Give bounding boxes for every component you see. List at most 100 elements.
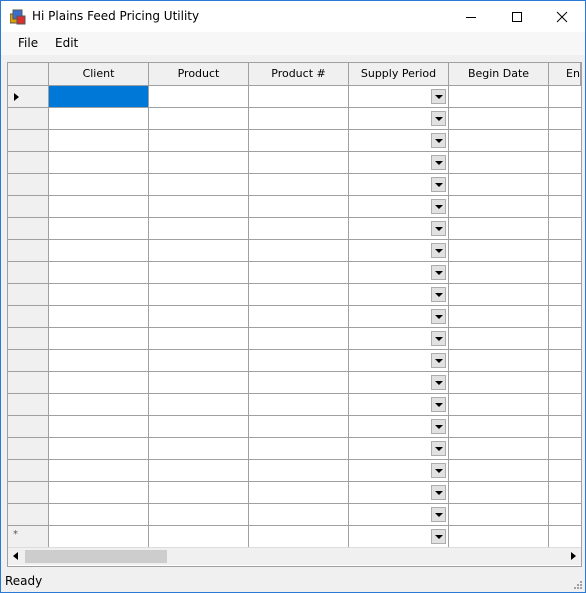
table-row[interactable]: [8, 438, 581, 460]
column-header-end-date[interactable]: End: [549, 63, 581, 85]
cell-client[interactable]: [49, 196, 149, 218]
dropdown-arrow-icon[interactable]: [431, 507, 446, 522]
scroll-left-button[interactable]: [8, 548, 25, 565]
cell-product-number[interactable]: [249, 372, 349, 394]
cell-product[interactable]: [149, 240, 249, 262]
cell-end-date[interactable]: [549, 108, 581, 130]
cell-client[interactable]: [49, 482, 149, 504]
cell-supply-period[interactable]: [349, 218, 449, 240]
cell-supply-period[interactable]: [349, 108, 449, 130]
cell-supply-period[interactable]: [349, 240, 449, 262]
cell-supply-period[interactable]: [349, 86, 449, 108]
cell-product-number[interactable]: [249, 482, 349, 504]
dropdown-arrow-icon[interactable]: [431, 287, 446, 302]
table-row[interactable]: [8, 86, 581, 108]
cell-product[interactable]: [149, 526, 249, 548]
cell-end-date[interactable]: [549, 460, 581, 482]
dropdown-arrow-icon[interactable]: [431, 353, 446, 368]
cell-end-date[interactable]: [549, 152, 581, 174]
cell-supply-period[interactable]: [349, 262, 449, 284]
cell-product-number[interactable]: [249, 394, 349, 416]
cell-client[interactable]: [49, 504, 149, 526]
title-bar[interactable]: Hi Plains Feed Pricing Utility: [1, 1, 585, 32]
cell-product-number[interactable]: [249, 438, 349, 460]
cell-begin-date[interactable]: [449, 174, 549, 196]
cell-end-date[interactable]: [549, 130, 581, 152]
cell-client[interactable]: [49, 86, 149, 108]
cell-end-date[interactable]: [549, 262, 581, 284]
cell-product-number[interactable]: [249, 306, 349, 328]
cell-begin-date[interactable]: [449, 372, 549, 394]
cell-begin-date[interactable]: [449, 460, 549, 482]
cell-supply-period[interactable]: [349, 504, 449, 526]
cell-end-date[interactable]: [549, 526, 581, 548]
cell-end-date[interactable]: [549, 394, 581, 416]
cell-supply-period[interactable]: [349, 438, 449, 460]
close-button[interactable]: [539, 1, 585, 32]
table-row[interactable]: [8, 460, 581, 482]
cell-product[interactable]: [149, 372, 249, 394]
cell-begin-date[interactable]: [449, 152, 549, 174]
cell-begin-date[interactable]: [449, 416, 549, 438]
table-row[interactable]: [8, 196, 581, 218]
row-header[interactable]: [8, 196, 49, 218]
cell-end-date[interactable]: [549, 328, 581, 350]
dropdown-arrow-icon[interactable]: [431, 199, 446, 214]
cell-begin-date[interactable]: [449, 504, 549, 526]
dropdown-arrow-icon[interactable]: [431, 177, 446, 192]
cell-product-number[interactable]: [249, 218, 349, 240]
cell-supply-period[interactable]: [349, 394, 449, 416]
row-header[interactable]: [8, 482, 49, 504]
cell-supply-period[interactable]: [349, 130, 449, 152]
cell-begin-date[interactable]: [449, 350, 549, 372]
cell-begin-date[interactable]: [449, 108, 549, 130]
cell-end-date[interactable]: [549, 240, 581, 262]
cell-end-date[interactable]: [549, 306, 581, 328]
cell-supply-period[interactable]: [349, 284, 449, 306]
table-row[interactable]: [8, 504, 581, 526]
size-grip-icon[interactable]: [572, 579, 582, 589]
cell-begin-date[interactable]: [449, 240, 549, 262]
cell-client[interactable]: [49, 130, 149, 152]
row-header[interactable]: [8, 372, 49, 394]
menu-edit[interactable]: Edit: [55, 36, 78, 50]
horizontal-scrollbar[interactable]: [8, 547, 581, 565]
cell-product-number[interactable]: [249, 152, 349, 174]
minimize-button[interactable]: [448, 1, 494, 32]
cell-supply-period[interactable]: [349, 328, 449, 350]
cell-end-date[interactable]: [549, 350, 581, 372]
cell-product[interactable]: [149, 108, 249, 130]
table-row[interactable]: [8, 108, 581, 130]
cell-product[interactable]: [149, 262, 249, 284]
cell-client[interactable]: [49, 394, 149, 416]
dropdown-arrow-icon[interactable]: [431, 485, 446, 500]
table-row[interactable]: [8, 240, 581, 262]
row-header[interactable]: [8, 262, 49, 284]
cell-product[interactable]: [149, 218, 249, 240]
cell-begin-date[interactable]: [449, 262, 549, 284]
row-header[interactable]: [8, 218, 49, 240]
table-row[interactable]: [8, 218, 581, 240]
cell-begin-date[interactable]: [449, 86, 549, 108]
cell-product-number[interactable]: [249, 262, 349, 284]
row-header[interactable]: [8, 504, 49, 526]
table-row[interactable]: [8, 152, 581, 174]
row-header[interactable]: [8, 86, 49, 108]
row-header[interactable]: [8, 394, 49, 416]
cell-product-number[interactable]: [249, 196, 349, 218]
cell-client[interactable]: [49, 218, 149, 240]
dropdown-arrow-icon[interactable]: [431, 441, 446, 456]
cell-product-number[interactable]: [249, 460, 349, 482]
row-header-corner[interactable]: [8, 63, 49, 85]
cell-client[interactable]: [49, 108, 149, 130]
cell-product[interactable]: [149, 416, 249, 438]
cell-product-number[interactable]: [249, 174, 349, 196]
cell-supply-period[interactable]: [349, 372, 449, 394]
column-header-begin-date[interactable]: Begin Date: [449, 63, 549, 85]
table-row[interactable]: [8, 372, 581, 394]
cell-product-number[interactable]: [249, 328, 349, 350]
dropdown-arrow-icon[interactable]: [431, 397, 446, 412]
cell-client[interactable]: [49, 284, 149, 306]
cell-end-date[interactable]: [549, 416, 581, 438]
cell-supply-period[interactable]: [349, 196, 449, 218]
